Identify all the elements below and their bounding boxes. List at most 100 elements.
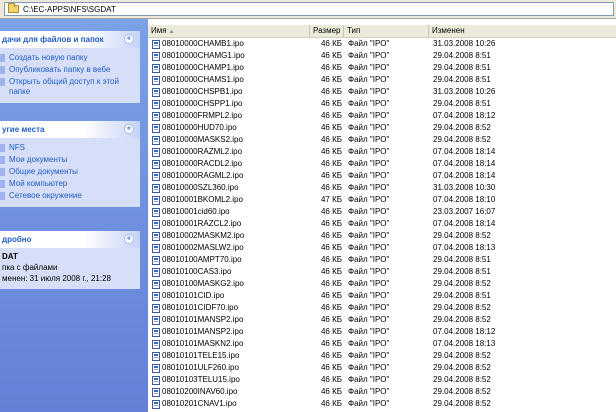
column-header-size-label: Размер <box>313 26 341 35</box>
file-row[interactable]: 08010100AMPT70.ipo 46 КБ Файл "IPO" 29.04.2… <box>148 254 616 266</box>
file-type: Файл "IPO" <box>348 399 390 408</box>
file-name-cell: 08010000SZL360.ipo <box>152 182 239 194</box>
panel-details: дробно « DAT пка с файлами менен: 31 июл… <box>0 231 140 289</box>
file-modified: 29.04.2008 8:51 <box>433 63 491 72</box>
file-name-cell: 08010000FRMPL2.ipo <box>152 110 242 122</box>
file-name-cell: 08010101ULF260.ipo <box>152 362 239 374</box>
file-size: 46 КБ <box>320 123 342 132</box>
file-name-cell: 08010101CID.ipo <box>152 290 224 302</box>
place-my-computer[interactable]: Мой компьютер <box>0 179 140 189</box>
file-name-cell: 08010100MASKG2.ipo <box>152 278 244 290</box>
place-my-documents[interactable]: Мои документы <box>0 155 140 165</box>
ipo-file-icon <box>152 147 160 157</box>
file-row[interactable]: 08010000RAGML2.ipo 46 КБ Файл "IPO" 07.04.2… <box>148 170 616 182</box>
file-type: Файл "IPO" <box>348 99 390 108</box>
file-size: 46 КБ <box>320 303 342 312</box>
task-pane: дачи для файлов и папок « Создать новую … <box>0 19 148 412</box>
file-type: Файл "IPO" <box>348 243 390 252</box>
collapse-chevron-icon[interactable]: « <box>124 34 134 44</box>
file-row[interactable]: 08010001cid60.ipo 46 КБ Файл "IPO" 23.03.20… <box>148 206 616 218</box>
place-label: Сетевое окружение <box>9 191 82 200</box>
ipo-file-icon <box>152 375 160 385</box>
file-name-cell: 08010103TELU15.ipo <box>152 374 240 386</box>
task-new-folder[interactable]: Создать новую папку <box>0 53 140 63</box>
address-field[interactable]: C:\EC-APPS\NFS\SGDAT <box>4 2 614 16</box>
file-name-cell: 08010000CHAMG1.ipo <box>152 50 245 62</box>
file-name-cell: 08010000CHSPB1.ipo <box>152 86 243 98</box>
file-row[interactable]: 08010001RAZCL2.ipo 46 КБ Файл "IPO" 07.04.2… <box>148 218 616 230</box>
file-size: 46 КБ <box>320 111 342 120</box>
file-row[interactable]: 08010201CNAV1.ipo 46 КБ Файл "IPO" 29.04.20… <box>148 398 616 410</box>
file-name: 08010201CNAV1.ipo <box>162 399 237 408</box>
file-row[interactable]: 08010000CHSPP1.ipo 46 КБ Файл "IPO" 29.04.2… <box>148 98 616 110</box>
file-row[interactable]: 08010000FRMPL2.ipo 46 КБ Файл "IPO" 07.04.2… <box>148 110 616 122</box>
file-size: 46 КБ <box>320 339 342 348</box>
file-row[interactable]: 08010000CHAMG1.ipo 46 КБ Файл "IPO" 29.04.2… <box>148 50 616 62</box>
file-row[interactable]: 08010101MASKN2.ipo 46 КБ Файл "IPO" 07.04.2… <box>148 338 616 350</box>
file-size: 46 КБ <box>320 231 342 240</box>
file-type: Файл "IPO" <box>348 315 390 324</box>
file-row[interactable]: 08010001BKOML2.ipo 47 КБ Файл "IPO" 07.04.2… <box>148 194 616 206</box>
file-row[interactable]: 08010000CHAMP1.ipo 46 КБ Файл "IPO" 29.04.2… <box>148 62 616 74</box>
file-name-cell: 08010101TELE15.ipo <box>152 350 239 362</box>
file-row[interactable]: 08010000CHAMS1.ipo 46 КБ Файл "IPO" 29.04.2… <box>148 74 616 86</box>
file-row[interactable]: 08010200INAV60.ipo 46 КБ Файл "IPO" 29.04.2… <box>148 386 616 398</box>
file-row[interactable]: 08010000HUD70.ipo 46 КБ Файл "IPO" 29.04.20… <box>148 122 616 134</box>
place-label: NFS <box>9 143 25 152</box>
file-row[interactable]: 08010000SZL360.ipo 46 КБ Файл "IPO" 31.03.2… <box>148 182 616 194</box>
column-header-date[interactable]: Изменен <box>429 25 616 37</box>
ipo-file-icon <box>152 135 160 145</box>
file-row[interactable]: 08010101ULF260.ipo 46 КБ Файл "IPO" 29.04.2… <box>148 362 616 374</box>
file-row[interactable]: 08010000CHAMB1.ipo 46 КБ Файл "IPO" 31.03.2… <box>148 38 616 50</box>
file-row[interactable]: 08010101MANSP2.ipo 46 КБ Файл "IPO" 07.04.2… <box>148 326 616 338</box>
task-publish-web[interactable]: Опубликовать папку в вебе <box>0 65 140 75</box>
place-network[interactable]: Сетевое окружение <box>0 191 140 201</box>
file-name: 08010100MASKG2.ipo <box>162 279 244 288</box>
place-nfs[interactable]: NFS <box>0 143 140 153</box>
task-share-folder[interactable]: Открыть общий доступ к этой папке <box>0 77 140 97</box>
file-row[interactable]: 08010103TELU15.ipo 46 КБ Файл "IPO" 29.04.2… <box>148 374 616 386</box>
panel-file-tasks-header[interactable]: дачи для файлов и папок « <box>0 31 140 48</box>
place-shared-documents[interactable]: Общие документы <box>0 167 140 177</box>
file-name-cell: 08010000RAGML2.ipo <box>152 170 243 182</box>
column-header-size[interactable]: Размер <box>310 25 344 37</box>
file-name: 08010200INAV60.ipo <box>162 387 238 396</box>
file-row[interactable]: 08010002MASLW2.ipo 46 КБ Файл "IPO" 07.04.2… <box>148 242 616 254</box>
file-size: 46 КБ <box>320 51 342 60</box>
file-row[interactable]: 08010000RACDL2.ipo 46 КБ Файл "IPO" 07.04.2… <box>148 158 616 170</box>
file-type: Файл "IPO" <box>348 351 390 360</box>
details-name: DAT <box>2 252 18 261</box>
file-row[interactable]: 08010000MASKS2.ipo 46 КБ Файл "IPO" 29.04.2… <box>148 134 616 146</box>
collapse-chevron-icon[interactable]: « <box>124 124 134 134</box>
column-header-date-label: Изменен <box>432 26 465 35</box>
sort-ascending-icon: ▲ <box>168 29 175 35</box>
file-row[interactable]: 08010101CIDF70.ipo 46 КБ Файл "IPO" 29.04.2… <box>148 302 616 314</box>
collapse-chevron-icon[interactable]: « <box>124 234 134 244</box>
column-header-type[interactable]: Тип <box>344 25 429 37</box>
file-modified: 29.04.2008 8:52 <box>433 351 491 360</box>
file-size: 46 КБ <box>320 267 342 276</box>
task-label: Открыть общий доступ к этой папке <box>9 77 119 96</box>
file-modified: 29.04.2008 8:51 <box>433 255 491 264</box>
ipo-file-icon <box>152 123 160 133</box>
file-row[interactable]: 08010000CHSPB1.ipo 46 КБ Файл "IPO" 31.03.2… <box>148 86 616 98</box>
file-name-cell: 08010000CHAMB1.ipo <box>152 38 244 50</box>
column-header-name[interactable]: Имя ▲ <box>148 25 310 37</box>
file-size: 46 КБ <box>320 327 342 336</box>
file-row[interactable]: 08010101MANSP2.ipo 46 КБ Файл "IPO" 29.04.2… <box>148 314 616 326</box>
file-type: Файл "IPO" <box>348 147 390 156</box>
ipo-file-icon <box>152 303 160 313</box>
file-modified: 29.04.2008 8:52 <box>433 123 491 132</box>
file-modified: 29.04.2008 8:51 <box>433 99 491 108</box>
panel-details-header[interactable]: дробно « <box>0 231 140 248</box>
file-size: 46 КБ <box>320 39 342 48</box>
file-row[interactable]: 08010002MASKM2.ipo 46 КБ Файл "IPO" 29.04.2… <box>148 230 616 242</box>
file-row[interactable]: 08010101CID.ipo 46 КБ Файл "IPO" 29.04.2008… <box>148 290 616 302</box>
file-row[interactable]: 08010101TELE15.ipo 46 КБ Файл "IPO" 29.04.2… <box>148 350 616 362</box>
panel-other-places-header[interactable]: угие места « <box>0 121 140 138</box>
file-row[interactable]: 08010000RAZML2.ipo 46 КБ Файл "IPO" 07.04.2… <box>148 146 616 158</box>
file-row[interactable]: 08010100CAS3.ipo 46 КБ Файл "IPO" 29.04.200… <box>148 266 616 278</box>
file-row[interactable]: 08010100MASKG2.ipo 46 КБ Файл "IPO" 29.04.2… <box>148 278 616 290</box>
ipo-file-icon <box>152 207 160 217</box>
file-name: 08010101MANSP2.ipo <box>162 327 244 336</box>
